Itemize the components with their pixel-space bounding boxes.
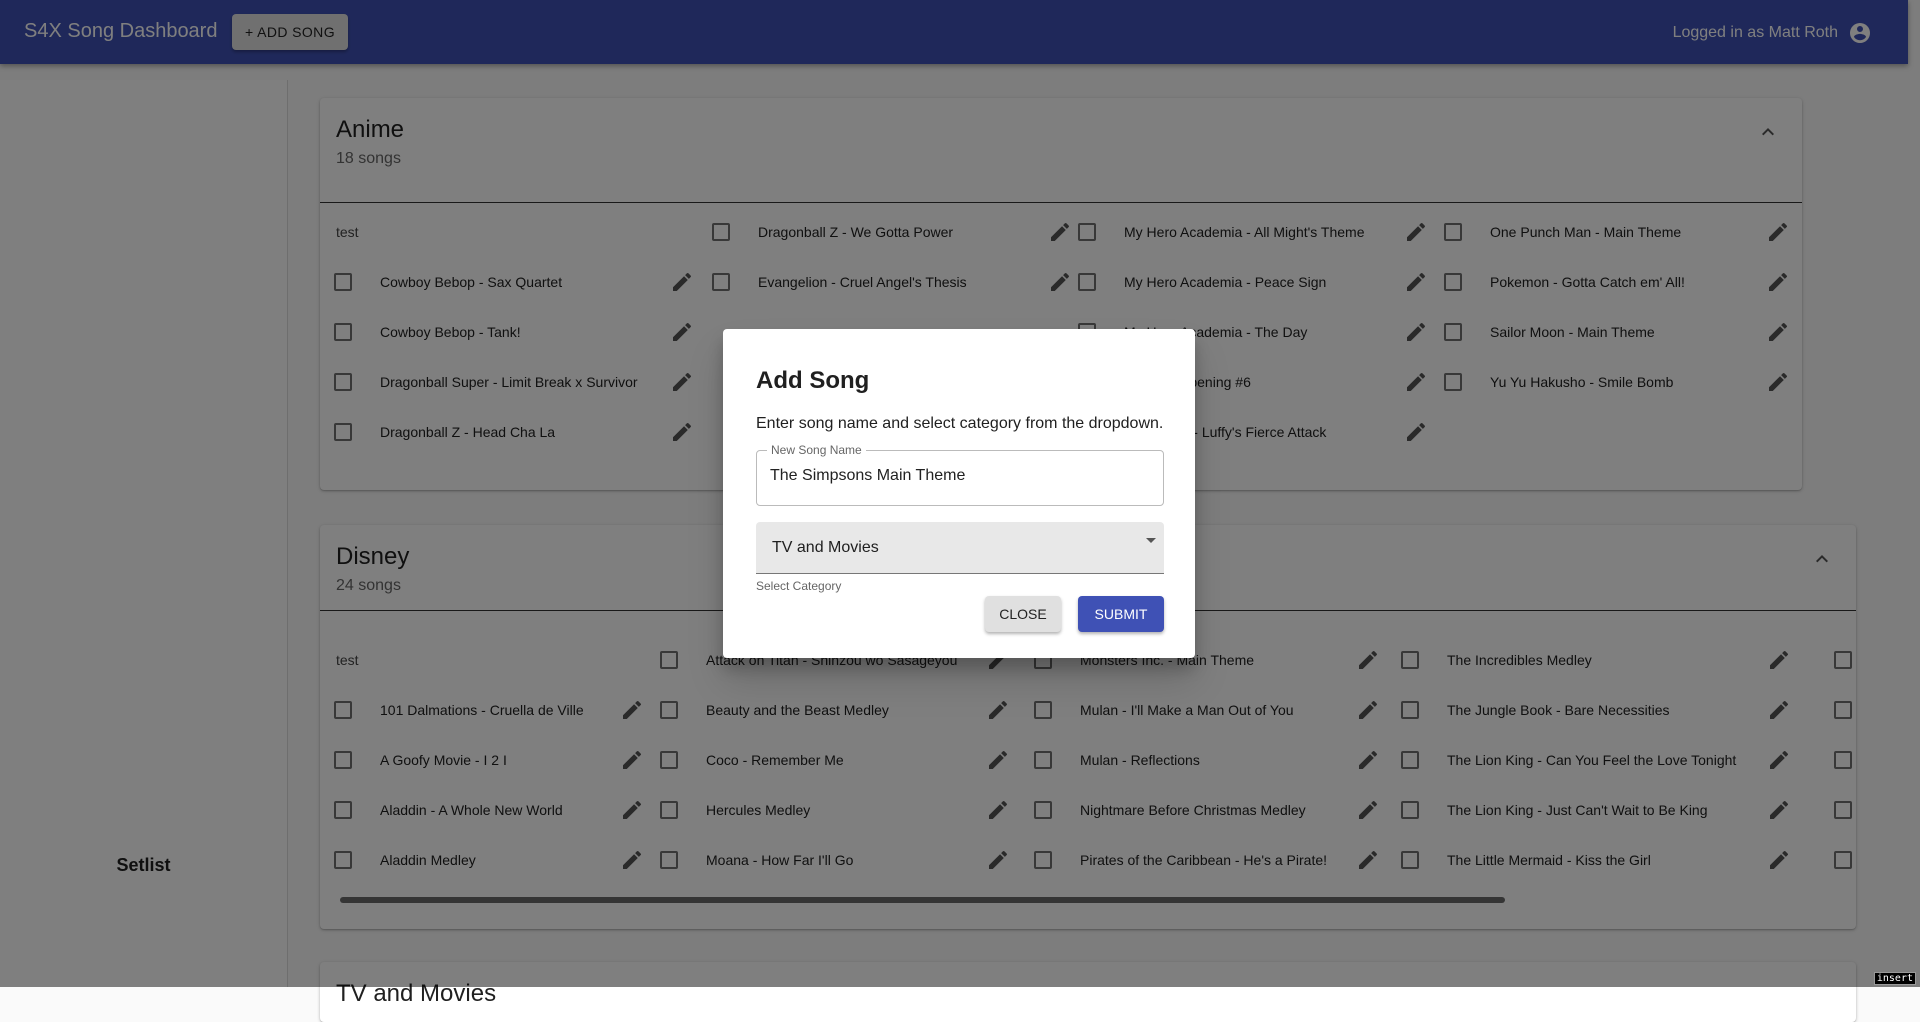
submit-button[interactable]: SUBMIT <box>1078 596 1164 632</box>
dropdown-arrow-icon <box>1146 538 1156 543</box>
category-helper-text: Select Category <box>756 579 842 593</box>
dialog-description: Enter song name and select category from… <box>756 415 1164 432</box>
category-select[interactable]: TV and Movies <box>756 522 1164 574</box>
dialog-title: Add Song <box>756 367 870 394</box>
category-select-value: TV and Movies <box>772 539 879 556</box>
insert-mode-indicator: insert <box>1873 972 1916 985</box>
new-song-name-input[interactable] <box>770 467 1150 485</box>
new-song-name-field[interactable]: New Song Name <box>756 443 1164 506</box>
add-song-dialog: Add Song Enter song name and select cate… <box>723 329 1195 658</box>
new-song-name-label: New Song Name <box>767 443 866 457</box>
close-button[interactable]: CLOSE <box>985 596 1061 632</box>
